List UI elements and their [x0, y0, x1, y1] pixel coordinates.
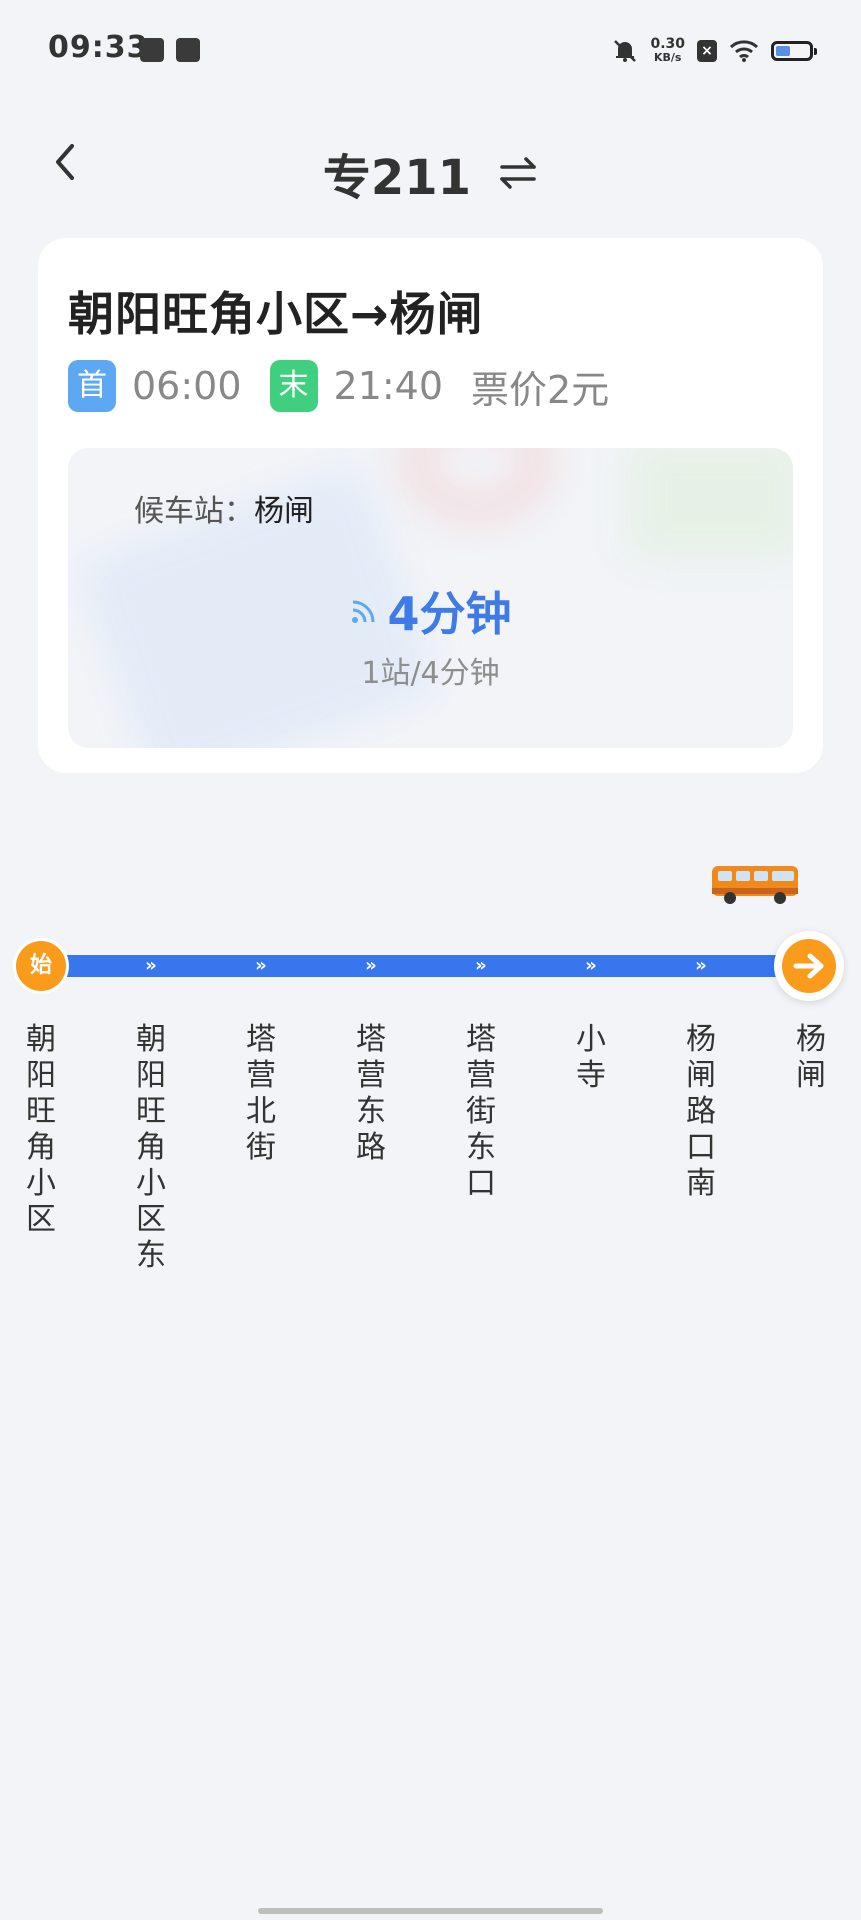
station-8[interactable]: 杨闸	[791, 1022, 831, 1094]
arrow-right-icon	[793, 953, 824, 979]
end-station-circle	[782, 939, 836, 993]
direction-arrow-icon: »	[585, 955, 597, 976]
last-bus-badge: 末	[269, 360, 318, 412]
app-notification-icon	[176, 38, 200, 62]
status-time: 09:33	[48, 30, 149, 65]
map-background-area	[628, 448, 793, 558]
wifi-icon	[729, 40, 759, 62]
bus-icon	[712, 866, 798, 904]
page-title: 专211	[322, 150, 472, 206]
battery-icon	[771, 41, 817, 61]
last-bus-time: 21:40	[333, 364, 444, 408]
route-direction: 朝阳旺角小区→杨闸	[68, 287, 484, 341]
direction-arrow-icon: »	[695, 955, 707, 976]
realtime-signal-icon	[352, 600, 375, 623]
route-info-card: 朝阳旺角小区→杨闸 首 06:00 末 21:40 票价2元 候车站：杨闸 4分…	[38, 238, 823, 773]
no-sim-icon: ×	[697, 40, 717, 62]
station-2[interactable]: 朝阳旺角小区东	[131, 1022, 171, 1274]
network-speed-value: 0.30	[650, 36, 685, 52]
station-4[interactable]: 塔营东路	[351, 1022, 391, 1166]
eta-time: 4分钟	[387, 587, 512, 641]
waiting-station-label: 候车站：	[134, 494, 254, 529]
home-indicator[interactable]	[258, 1908, 603, 1914]
direction-arrow-icon: »	[145, 955, 157, 976]
battery-fill	[776, 46, 790, 56]
end-station-badge	[774, 931, 844, 1001]
station-6[interactable]: 小寺	[571, 1022, 611, 1094]
direction-arrow-icon: »	[475, 955, 487, 976]
first-bus-time: 06:00	[132, 364, 242, 408]
schedule-row: 首 06:00 末 21:40 票价2元	[68, 360, 609, 412]
waiting-station-name: 杨闸	[254, 494, 314, 529]
network-speed: 0.30 KB/s	[650, 37, 685, 65]
title-bar: 专211	[0, 138, 861, 208]
first-bus-badge: 首	[68, 360, 116, 412]
bus-line-page: 09:33 0.30 KB/s × 专211 朝阳旺角小区→杨闸 首 06:00…	[0, 0, 861, 1920]
map-background-mark	[408, 448, 546, 516]
network-speed-unit: KB/s	[653, 51, 682, 64]
eta-row: 4分钟	[68, 578, 793, 644]
station-7[interactable]: 杨闸路口南	[681, 1022, 721, 1202]
direction-arrow-icon: »	[255, 955, 267, 976]
station-3[interactable]: 塔营北街	[241, 1022, 281, 1166]
start-station-badge: 始	[16, 941, 66, 991]
station-5[interactable]: 塔营街东口	[461, 1022, 501, 1202]
status-right: 0.30 KB/s ×	[612, 34, 817, 68]
waiting-station: 候车站：杨闸	[134, 486, 314, 530]
fare-text: 票价2元	[471, 367, 610, 412]
arrival-panel[interactable]: 候车站：杨闸 4分钟 1站/4分钟	[68, 448, 793, 748]
swap-direction-icon[interactable]	[498, 153, 538, 193]
direction-arrow-icon: »	[365, 955, 377, 976]
eta-detail: 1站/4分钟	[361, 656, 500, 691]
station-1[interactable]: 朝阳旺角小区	[21, 1022, 61, 1238]
mute-bell-icon	[614, 40, 637, 62]
status-bar: 09:33 0.30 KB/s ×	[0, 0, 861, 100]
notification-icon	[140, 38, 164, 62]
